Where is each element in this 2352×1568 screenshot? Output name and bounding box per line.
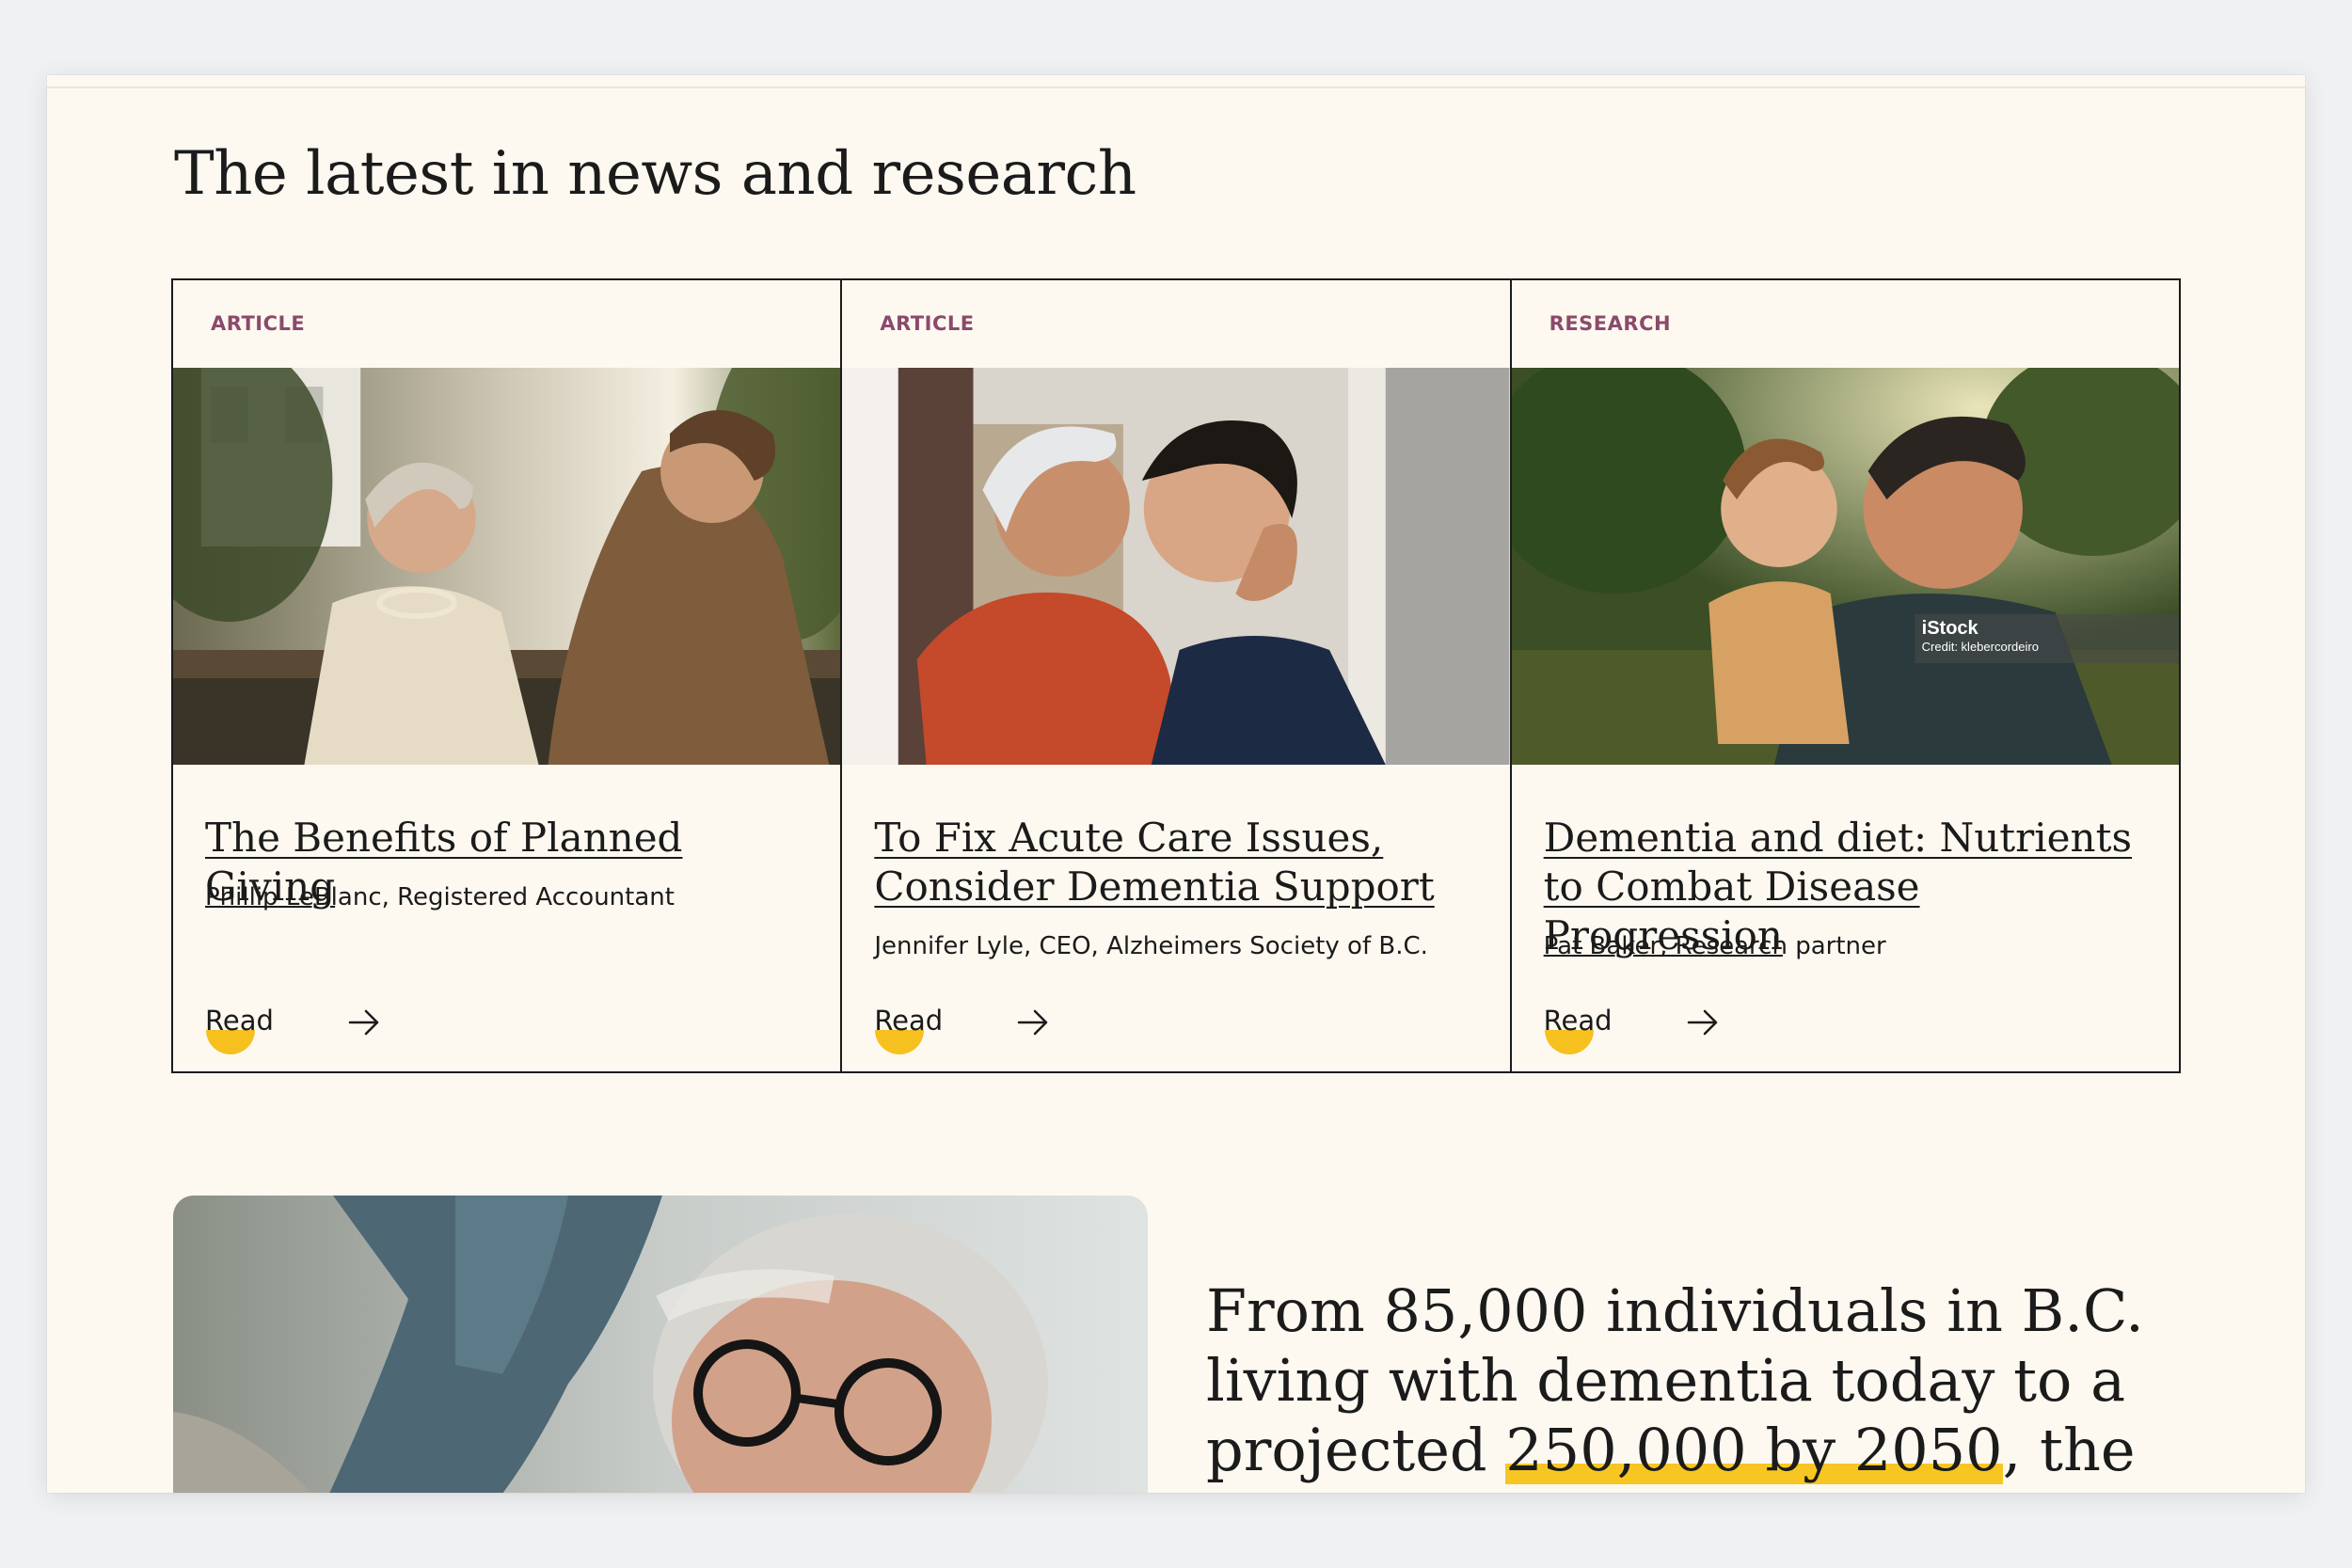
top-divider <box>47 87 2305 88</box>
arrow-right-icon <box>1018 1009 1048 1036</box>
card-tag: RESEARCH <box>1549 312 1672 335</box>
news-card: ARTICLE To Fix Acute Care Issues, Consid… <box>840 280 1510 1071</box>
feature-image <box>173 1196 1148 1493</box>
read-link[interactable]: Read <box>1544 1005 1732 1061</box>
read-link[interactable]: Read <box>874 1005 1062 1061</box>
feature-highlight: 250,000 by 2050 <box>1505 1416 2003 1484</box>
card-image[interactable] <box>842 368 1510 765</box>
card-image[interactable]: iStock Credit: klebercordeiro <box>1511 368 2179 765</box>
read-label: Read <box>205 1005 274 1037</box>
arrow-right-icon <box>348 1009 379 1036</box>
card-title-link[interactable]: To Fix Acute Care Issues, Consider Demen… <box>874 814 1486 911</box>
news-card: RESEARCH iStock Credit: klebercordeiro D… <box>1509 280 2179 1071</box>
image-credit-overlay: iStock Credit: klebercordeiro <box>1922 618 2039 656</box>
card-tag: ARTICLE <box>880 312 975 335</box>
feature-statistic: From 85,000 individuals in B.C. living w… <box>1206 1276 2260 1485</box>
card-author: Phillip LeBlanc, Registered Accountant <box>205 883 675 911</box>
news-cards: ARTICLE The Benefits of Planned Giving P… <box>171 278 2181 1073</box>
read-link[interactable]: Read <box>205 1005 393 1061</box>
card-author: Pat Baker, Research partner <box>1543 932 1886 960</box>
feature-text-after: , the <box>2002 1416 2136 1484</box>
section-title: The latest in news and research <box>174 139 1136 209</box>
card-image[interactable] <box>173 368 841 765</box>
read-label: Read <box>1543 1005 1613 1037</box>
image-credit-text: Credit: klebercordeiro <box>1921 640 2039 654</box>
page: The latest in news and research ARTICLE <box>47 75 2305 1493</box>
card-tag: ARTICLE <box>211 312 306 335</box>
card-author: Jennifer Lyle, CEO, Alzheimers Society o… <box>874 932 1428 960</box>
read-label: Read <box>874 1005 944 1037</box>
news-card: ARTICLE The Benefits of Planned Giving P… <box>173 280 841 1071</box>
istock-logo: iStock <box>1921 618 1979 639</box>
arrow-right-icon <box>1687 1009 1717 1036</box>
